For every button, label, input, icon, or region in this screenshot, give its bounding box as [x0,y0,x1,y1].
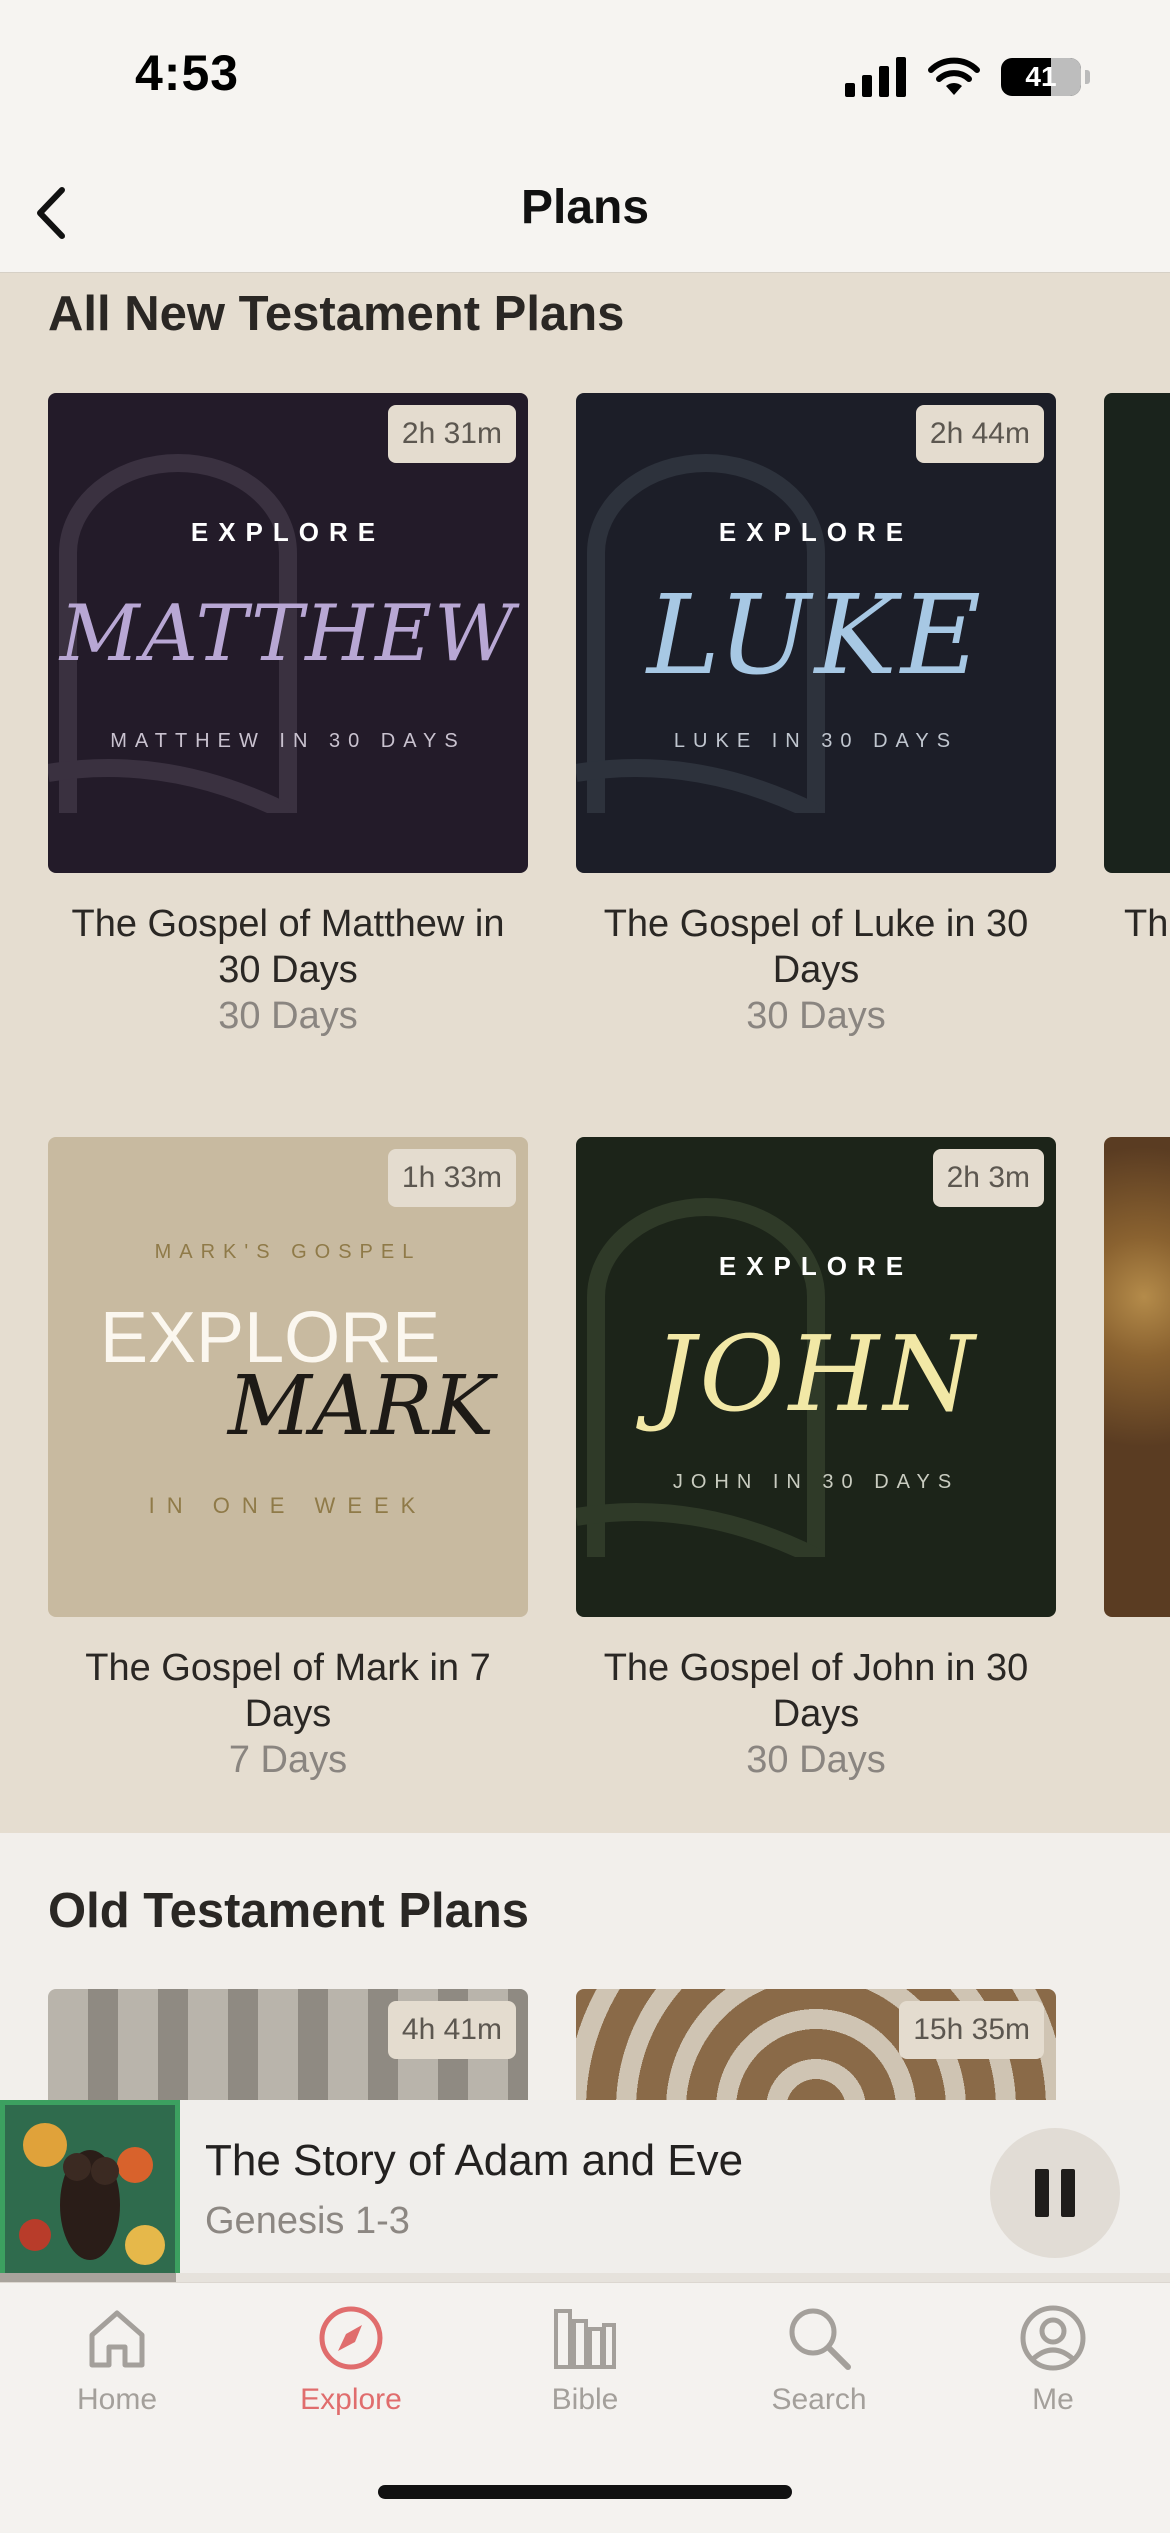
compass-icon [319,2306,383,2370]
plan-card-luke[interactable]: 2h 44m EXPLORE LUKE LUKE IN 30 DAYS The … [576,393,1056,1039]
tab-label: Me [1032,2383,1074,2416]
cover-explore-label: EXPLORE [190,517,386,547]
plan-cover-pantheon: 4h 41m [48,1989,528,2109]
plan-cover-john: 2h 3m EXPLORE JOHN JOHN IN 30 DAYS [576,1137,1056,1617]
plan-cover-mark: 1h 33m MARK'S GOSPEL EXPLORE MARK IN ONE… [48,1137,528,1617]
cover-subtitle: MATTHEW IN 30 DAYS [110,730,466,752]
status-time: 4:53 [135,45,240,101]
tab-home[interactable]: Home [0,2303,234,2417]
plan-title: The Gospel of John in 30 Days [603,1647,1029,1735]
tab-explore[interactable]: Explore [234,2303,468,2417]
cover-subtitle: JOHN IN 30 DAYS [672,1471,960,1493]
tab-label: Search [771,2383,867,2416]
artwork-image [5,2105,175,2277]
cover-name: MARK [227,1359,494,1454]
plan-card-john[interactable]: 2h 3m EXPLORE JOHN JOHN IN 30 DAYS The G… [576,1137,1056,1783]
status-bar: 4:53 41 [0,0,1170,160]
section-title-old-testament: Old Testament Plans [48,1884,530,1938]
plan-card-partial-2[interactable] [1104,1137,1170,1617]
plan-days: 30 Days [218,995,358,1037]
cover-name: JOHN [653,1313,979,1435]
pause-button[interactable] [990,2128,1120,2258]
battery-level: 41 [1025,61,1057,92]
plan-cover-partial [1104,393,1170,873]
now-playing-bar[interactable]: The Story of Adam and Eve Genesis 1-3 [0,2100,1170,2282]
battery-icon: 41 [1001,58,1081,96]
now-playing-subtitle: Genesis 1-3 [205,2200,410,2242]
plan-cover-matthew: 2h 31m EXPLORE MATTHEW MATTHEW IN 30 DAY… [48,393,528,873]
books-icon [554,2309,616,2369]
playback-progress[interactable] [0,2273,1170,2282]
plan-title: The Gospel of Luke in 30 Days [603,903,1029,991]
cover-name: MATTHEW [59,589,517,679]
pause-icon-bar [1061,2169,1075,2217]
duration-badge: 2h 31m [387,405,516,463]
plan-title-partial: Th [1124,903,1169,945]
tab-search[interactable]: Search [702,2303,936,2417]
plan-days: 30 Days [746,995,886,1037]
pause-icon [1035,2169,1049,2217]
duration-badge: 15h 35m [899,2001,1044,2059]
nav-bar: Plans [0,160,1170,273]
home-indicator [378,2485,792,2499]
plan-days: 7 Days [228,1739,348,1781]
tab-label: Bible [551,2383,619,2416]
now-playing-title: The Story of Adam and Eve [205,2136,744,2185]
tab-me[interactable]: Me [936,2303,1170,2417]
duration-badge: 4h 41m [387,2001,516,2059]
status-icons: 41 [845,52,1090,102]
cover-top-label: MARK'S GOSPEL [154,1241,422,1263]
plan-title: The Gospel of Matthew in 30 Days [71,903,505,991]
plan-title: The Gospel of Mark in 7 Days [85,1647,491,1735]
tab-bible[interactable]: Bible [468,2303,702,2417]
cover-subtitle: IN ONE WEEK [148,1493,428,1518]
profile-icon [1020,2305,1086,2371]
tab-label: Explore [300,2383,402,2416]
battery-nub [1085,70,1090,84]
plan-cover-dome: 15h 35m [576,1989,1056,2109]
duration-badge: 2h 3m [932,1149,1044,1207]
now-playing-artwork [0,2100,180,2282]
search-icon [789,2308,851,2370]
plan-cover-painting [1104,1137,1170,1617]
wifi-icon [928,57,980,95]
plan-days: 30 Days [746,1739,886,1781]
cover-subtitle: LUKE IN 30 DAYS [673,730,959,752]
plan-card-partial[interactable]: Th [1104,393,1170,947]
cover-explore-label: EXPLORE [718,517,914,547]
cover-explore-label: EXPLORE [718,1251,914,1281]
signal-icon [845,57,906,97]
duration-badge: 1h 33m [387,1149,516,1207]
duration-badge: 2h 44m [915,405,1044,463]
section-title-new-testament: All New Testament Plans [48,287,625,341]
tab-label: Home [76,2383,158,2416]
cover-name: LUKE [646,571,986,699]
plan-card-ot-1[interactable]: 4h 41m [48,1989,528,2109]
playback-progress-fill [0,2273,176,2282]
plan-cover-luke: 2h 44m EXPLORE LUKE LUKE IN 30 DAYS [576,393,1056,873]
plan-card-mark[interactable]: 1h 33m MARK'S GOSPEL EXPLORE MARK IN ONE… [48,1137,528,1783]
page-title: Plans [520,181,650,234]
old-testament-section: Old Testament Plans 4h 41m 15h 35m [0,1833,1170,2133]
plan-card-matthew[interactable]: 2h 31m EXPLORE MATTHEW MATTHEW IN 30 DAY… [48,393,528,1039]
home-icon [89,2310,145,2368]
plan-card-ot-2[interactable]: 15h 35m [576,1989,1056,2109]
